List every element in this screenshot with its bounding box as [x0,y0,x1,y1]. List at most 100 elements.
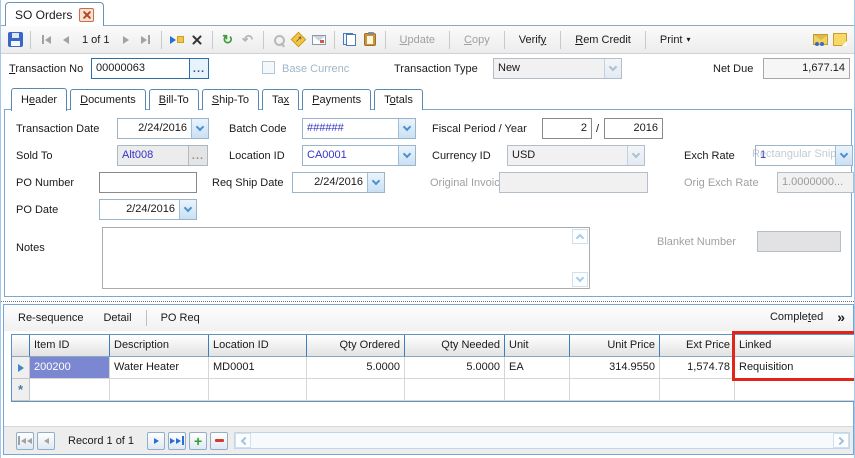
empty-cell[interactable] [209,379,307,401]
exch-rate-value[interactable]: 1 [756,146,835,165]
base-currency-checkbox[interactable] [262,61,275,74]
sold-to-lookup-button[interactable]: ... [188,146,207,165]
copy-button[interactable]: Copy [456,31,498,49]
column-header-unit[interactable]: Unit [505,335,570,357]
print-preview-button[interactable] [270,31,288,49]
paste-button[interactable] [361,31,379,49]
location-id-value[interactable]: CA0001 [303,146,398,165]
exch-rate-dropdown-button[interactable] [835,146,852,165]
tab-bill-to[interactable]: Bill-To [148,89,199,110]
currency-id-dropdown[interactable]: USD [507,145,645,166]
horizontal-scrollbar[interactable] [234,432,850,449]
grid-corner-cell[interactable] [12,335,30,357]
nav-first-button[interactable] [37,31,55,49]
column-header-qty-needed[interactable]: Qty Needed [405,335,505,357]
batch-code-value[interactable]: ###### [303,119,398,138]
empty-cell[interactable] [307,379,405,401]
exch-rate-combo[interactable]: 1 [755,145,853,166]
empty-cell[interactable] [30,379,110,401]
add-row-button[interactable]: + [189,431,208,450]
transaction-date-value[interactable]: 2/24/2016 [118,119,191,138]
refresh-button[interactable]: ↻ [219,31,237,49]
sold-to-field[interactable]: Alt008 ... [117,145,208,166]
cell-qty-ordered[interactable]: 5.0000 [307,357,405,379]
close-button[interactable] [79,7,95,22]
cell-description[interactable]: Water Heater [110,357,209,379]
fiscal-period-field[interactable]: 2 [542,118,592,139]
record-previous-button[interactable] [37,431,55,450]
delete-record-button[interactable] [188,31,206,49]
batch-code-combo[interactable]: ###### [302,118,416,139]
req-ship-date-value[interactable]: 2/24/2016 [293,173,367,192]
po-req-button[interactable]: PO Req [153,309,208,327]
record-last-button[interactable] [168,431,187,450]
record-first-button[interactable] [16,431,34,450]
transaction-no-lookup-button[interactable]: ... [189,59,208,78]
transaction-date-field[interactable]: 2/24/2016 [117,118,209,139]
note-button[interactable] [831,31,849,49]
cell-qty-needed[interactable]: 5.0000 [405,357,505,379]
empty-cell[interactable] [570,379,660,401]
empty-cell[interactable] [735,379,854,401]
row-selector-current[interactable] [12,357,30,379]
cell-linked[interactable]: Requisition [735,357,854,379]
transaction-no-value[interactable]: 00000063 [92,59,189,78]
cell-ext-price[interactable]: 1,574.78 [660,357,735,379]
tab-so-orders[interactable]: SO Orders [5,2,105,26]
column-header-location-id[interactable]: Location ID [209,335,307,357]
cell-item-id[interactable]: 200200 [30,357,110,379]
nav-last-button[interactable] [137,31,155,49]
drilldown-button[interactable]: ↗ [290,31,308,49]
new-record-button[interactable] [168,31,186,49]
resequence-button[interactable]: Re-sequence [10,309,91,327]
copy-record-button[interactable] [341,31,359,49]
delete-row-button[interactable] [210,431,229,450]
update-button[interactable]: Update [392,31,443,49]
save-button[interactable] [6,31,24,49]
transaction-no-field[interactable]: 00000063 ... [91,58,209,79]
transaction-date-dropdown-button[interactable] [191,119,208,138]
column-header-qty-ordered[interactable]: Qty Ordered [307,335,405,357]
column-header-item-id[interactable]: Item ID [30,335,110,357]
splitter[interactable] [1,301,854,302]
req-ship-date-field[interactable]: 2/24/2016 [292,172,385,193]
verify-button[interactable]: Verify [511,31,555,49]
po-number-value[interactable] [100,173,196,192]
po-date-dropdown-button[interactable] [179,200,196,219]
empty-cell[interactable] [660,379,735,401]
empty-cell[interactable] [405,379,505,401]
po-number-field[interactable] [99,172,197,193]
detail-button[interactable]: Detail [95,309,139,327]
email-button[interactable] [310,31,328,49]
fiscal-year-field[interactable]: 2016 [604,118,663,139]
empty-cell[interactable] [110,379,209,401]
completed-button[interactable]: Completed » [770,309,845,325]
record-next-button[interactable] [147,431,166,450]
row-selector-new[interactable]: * [12,379,30,401]
transaction-type-dropdown[interactable]: New [493,58,622,79]
batch-code-dropdown-button[interactable] [398,119,415,138]
currency-id-dropdown-button[interactable] [627,146,644,165]
column-header-linked[interactable]: Linked [735,335,854,357]
nav-previous-button[interactable] [57,31,75,49]
tab-ship-to[interactable]: Ship-To [201,89,260,110]
rem-credit-button[interactable]: Rem Credit [567,31,639,49]
notes-scroll-up-button[interactable] [572,229,588,244]
fiscal-year-value[interactable]: 2016 [605,119,662,138]
cell-location-id[interactable]: MD0001 [209,357,307,379]
tab-tax[interactable]: Tax [262,89,300,110]
column-header-unit-price[interactable]: Unit Price [570,335,660,357]
table-row[interactable]: 200200 Water Heater MD0001 5.0000 5.0000… [12,357,854,379]
column-header-ext-price[interactable]: Ext Price [660,335,735,357]
cell-unit-price[interactable]: 314.9550 [570,357,660,379]
location-id-combo[interactable]: CA0001 [302,145,416,166]
fiscal-period-value[interactable]: 2 [543,119,591,138]
nav-next-button[interactable] [117,31,135,49]
location-id-dropdown-button[interactable] [398,146,415,165]
tab-payments[interactable]: Payments [302,89,372,110]
undo-button[interactable]: ↶ [239,31,257,49]
tab-documents[interactable]: Documents [70,89,146,110]
scroll-right-button[interactable] [833,433,849,448]
po-date-field[interactable]: 2/24/2016 [99,199,197,220]
req-ship-date-dropdown-button[interactable] [367,173,384,192]
